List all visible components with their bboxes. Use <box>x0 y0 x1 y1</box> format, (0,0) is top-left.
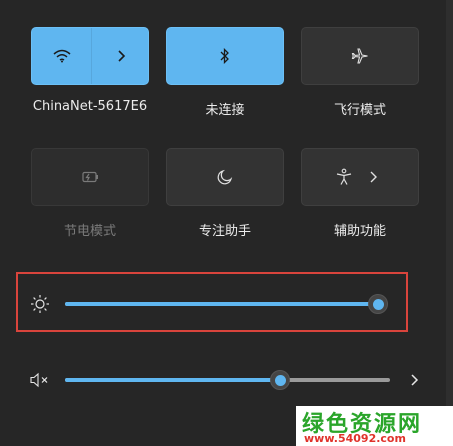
wifi-toggle-area[interactable] <box>32 28 91 84</box>
accessibility-expand-button[interactable] <box>348 149 398 205</box>
wifi-icon <box>53 49 71 63</box>
speaker-muted-icon[interactable] <box>29 372 51 388</box>
volume-slider-thumb[interactable] <box>270 370 290 390</box>
volume-slider-fill <box>65 378 280 382</box>
battery-saver-icon <box>80 170 100 184</box>
bluetooth-icon <box>219 48 231 64</box>
bluetooth-tile-label: 未连接 <box>205 103 245 118</box>
focus-assist-tile-label: 专注助手 <box>198 224 251 239</box>
watermark-url: www.54092.com <box>304 432 406 445</box>
wifi-tile[interactable] <box>31 27 149 85</box>
airplane-icon <box>351 47 369 65</box>
brightness-slider-fill <box>65 302 378 306</box>
airplane-mode-tile[interactable] <box>301 27 419 85</box>
battery-saver-tile[interactable] <box>31 148 149 206</box>
chevron-right-icon <box>116 49 126 63</box>
sun-icon <box>30 294 50 314</box>
moon-icon <box>217 169 233 185</box>
chevron-right-icon <box>368 170 378 184</box>
watermark-logo: 绿色资源网 www.54092.com <box>296 406 453 446</box>
quick-settings-panel: ChinaNet-5617E6 未连接 飞行模式 节电模式 专注助手 辅助功能 <box>0 0 447 446</box>
focus-assist-tile[interactable] <box>166 148 284 206</box>
bluetooth-tile[interactable] <box>166 27 284 85</box>
window-edge <box>446 0 453 446</box>
wifi-expand-button[interactable] <box>91 28 150 84</box>
brightness-slider-thumb[interactable] <box>368 294 388 314</box>
accessibility-tile[interactable] <box>301 148 419 206</box>
wifi-tile-label: ChinaNet-5617E6 <box>32 99 148 114</box>
accessibility-tile-label: 辅助功能 <box>333 224 386 239</box>
battery-saver-tile-label: 节电模式 <box>63 224 116 239</box>
airplane-mode-tile-label: 飞行模式 <box>333 103 386 118</box>
chevron-right-icon[interactable] <box>409 372 419 388</box>
